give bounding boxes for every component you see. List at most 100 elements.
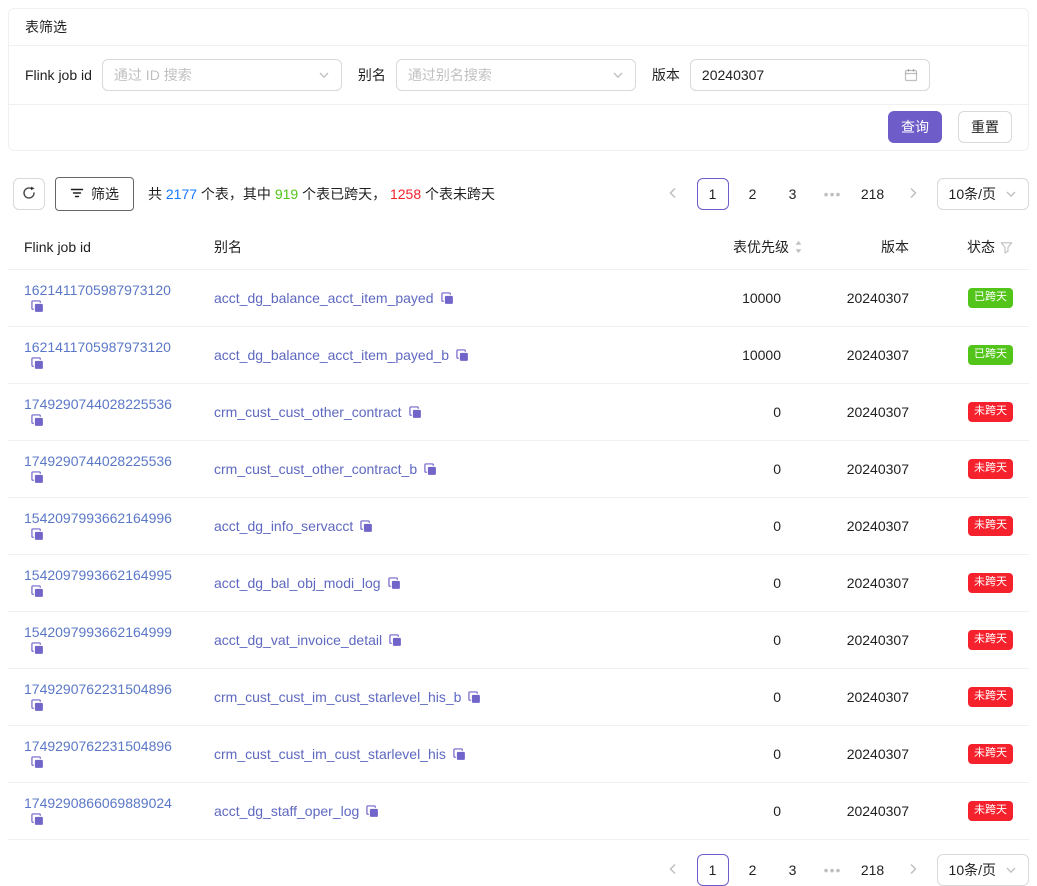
page-button-last[interactable]: 218	[857, 854, 889, 886]
copy-icon[interactable]	[424, 463, 437, 476]
table-row: 1749290762231504896 crm_cust_cust_im_cus…	[8, 669, 1029, 726]
priority-cell: 0	[649, 620, 819, 660]
alias-link[interactable]: crm_cust_cust_other_contract_b	[214, 461, 417, 477]
next-page-button[interactable]	[897, 178, 929, 210]
page-button-1[interactable]: 1	[697, 854, 729, 886]
flink-job-id-cell: 1621411705987973120	[8, 270, 198, 326]
alias-link[interactable]: acct_dg_bal_obj_modi_log	[214, 575, 381, 591]
copy-icon[interactable]	[468, 691, 481, 704]
chevron-left-icon	[667, 862, 679, 878]
filter-card-title: 表筛选	[25, 19, 67, 35]
page-size-select[interactable]: 10条/页	[937, 854, 1029, 886]
prev-page-button[interactable]	[657, 178, 689, 210]
copy-icon[interactable]	[409, 406, 422, 419]
filter-toggle-button[interactable]: 筛选	[55, 177, 134, 211]
status-badge: 未跨天	[968, 573, 1013, 592]
page-size-select[interactable]: 10条/页	[937, 178, 1029, 210]
priority-cell: 10000	[649, 335, 819, 375]
page-jump-ellipsis[interactable]: •••	[817, 178, 849, 210]
alias-link[interactable]: acct_dg_info_servacct	[214, 518, 353, 534]
flink-job-id-link[interactable]: 1749290744028225536	[24, 453, 172, 469]
status-cell: 未跨天	[919, 504, 1029, 547]
copy-icon[interactable]	[31, 756, 44, 769]
copy-icon[interactable]	[31, 357, 44, 370]
page-button-3[interactable]: 3	[777, 178, 809, 210]
copy-icon[interactable]	[389, 634, 402, 647]
flink-job-id-link[interactable]: 1542097993662164999	[24, 624, 172, 640]
copy-icon[interactable]	[31, 414, 44, 427]
alias-link[interactable]: acct_dg_staff_oper_log	[214, 803, 359, 819]
copy-icon[interactable]	[441, 292, 454, 305]
sorter-icon[interactable]	[794, 240, 803, 254]
header-priority-label: 表优先级	[733, 237, 789, 257]
flink-job-id-cell: 1542097993662164996	[8, 498, 198, 554]
copy-icon[interactable]	[31, 813, 44, 826]
copy-icon[interactable]	[453, 748, 466, 761]
flink-job-id-select[interactable]: 通过 ID 搜索	[102, 59, 342, 91]
page-button-last[interactable]: 218	[857, 178, 889, 210]
status-cell: 未跨天	[919, 447, 1029, 490]
alias-link[interactable]: crm_cust_cust_im_cust_starlevel_his_b	[214, 689, 461, 705]
version-input[interactable]	[702, 67, 892, 83]
copy-icon[interactable]	[31, 699, 44, 712]
funnel-filter-icon[interactable]	[1000, 241, 1013, 254]
page-jump-ellipsis[interactable]: •••	[817, 854, 849, 886]
flink-job-id-link[interactable]: 1749290762231504896	[24, 738, 172, 754]
page-button-3[interactable]: 3	[777, 854, 809, 886]
flink-job-id-link[interactable]: 1621411705987973120	[24, 282, 171, 298]
copy-icon[interactable]	[360, 520, 373, 533]
page-button-2[interactable]: 2	[737, 178, 769, 210]
copy-icon[interactable]	[366, 805, 379, 818]
table-row: 1749290744028225536 crm_cust_cust_other_…	[8, 441, 1029, 498]
alias-placeholder: 通过别名搜索	[408, 65, 492, 85]
flink-job-id-link[interactable]: 1542097993662164995	[24, 567, 172, 583]
version-cell: 20240307	[819, 449, 919, 489]
flink-job-id-link[interactable]: 1749290744028225536	[24, 396, 172, 412]
alias-link[interactable]: crm_cust_cust_other_contract	[214, 404, 402, 420]
header-priority[interactable]: 表优先级	[649, 225, 819, 269]
page-button-2[interactable]: 2	[737, 854, 769, 886]
alias-select[interactable]: 通过别名搜索	[396, 59, 636, 91]
chevron-down-icon	[1005, 864, 1017, 876]
status-badge: 已跨天	[968, 288, 1013, 307]
copy-icon[interactable]	[388, 577, 401, 590]
header-flink-job-id: Flink job id	[8, 227, 198, 267]
status-cell: 未跨天	[919, 675, 1029, 718]
alias-link[interactable]: acct_dg_balance_acct_item_payed	[214, 290, 434, 306]
version-date-picker[interactable]	[690, 59, 930, 91]
alias-link[interactable]: acct_dg_balance_acct_item_payed_b	[214, 347, 449, 363]
priority-cell: 0	[649, 506, 819, 546]
refresh-button[interactable]	[13, 178, 45, 210]
copy-icon[interactable]	[31, 528, 44, 541]
copy-icon[interactable]	[31, 642, 44, 655]
table-row: 1542097993662164996 acct_dg_info_servacc…	[8, 498, 1029, 555]
table-row: 1621411705987973120 acct_dg_balance_acct…	[8, 327, 1029, 384]
version-cell: 20240307	[819, 335, 919, 375]
copy-icon[interactable]	[31, 585, 44, 598]
alias-cell: crm_cust_cust_other_contract_b	[198, 449, 649, 489]
copy-icon[interactable]	[31, 300, 44, 313]
chevron-left-icon	[667, 186, 679, 202]
version-label: 版本	[652, 65, 680, 85]
prev-page-button[interactable]	[657, 854, 689, 886]
flink-job-id-link[interactable]: 1749290866069889024	[24, 795, 172, 811]
alias-cell: crm_cust_cust_im_cust_starlevel_his_b	[198, 677, 649, 717]
query-button[interactable]: 查询	[888, 111, 942, 143]
reset-button[interactable]: 重置	[958, 111, 1012, 143]
next-page-button[interactable]	[897, 854, 929, 886]
version-cell: 20240307	[819, 620, 919, 660]
filter-card-header: 表筛选	[9, 9, 1028, 46]
copy-icon[interactable]	[456, 349, 469, 362]
total-count: 2177	[166, 186, 197, 202]
alias-field: 别名 通过别名搜索	[358, 59, 636, 91]
flink-job-id-link[interactable]: 1621411705987973120	[24, 339, 171, 355]
pagination-bottom: 1 2 3 ••• 218 10条/页	[657, 854, 1029, 886]
flink-job-id-link[interactable]: 1542097993662164996	[24, 510, 172, 526]
alias-cell: crm_cust_cust_im_cust_starlevel_his	[198, 734, 649, 774]
alias-link[interactable]: acct_dg_vat_invoice_detail	[214, 632, 382, 648]
alias-link[interactable]: crm_cust_cust_im_cust_starlevel_his	[214, 746, 446, 762]
copy-icon[interactable]	[31, 471, 44, 484]
filter-fields-row: Flink job id 通过 ID 搜索 别名 通过别名搜索 版本	[9, 46, 1028, 105]
flink-job-id-link[interactable]: 1749290762231504896	[24, 681, 172, 697]
page-button-1[interactable]: 1	[697, 178, 729, 210]
